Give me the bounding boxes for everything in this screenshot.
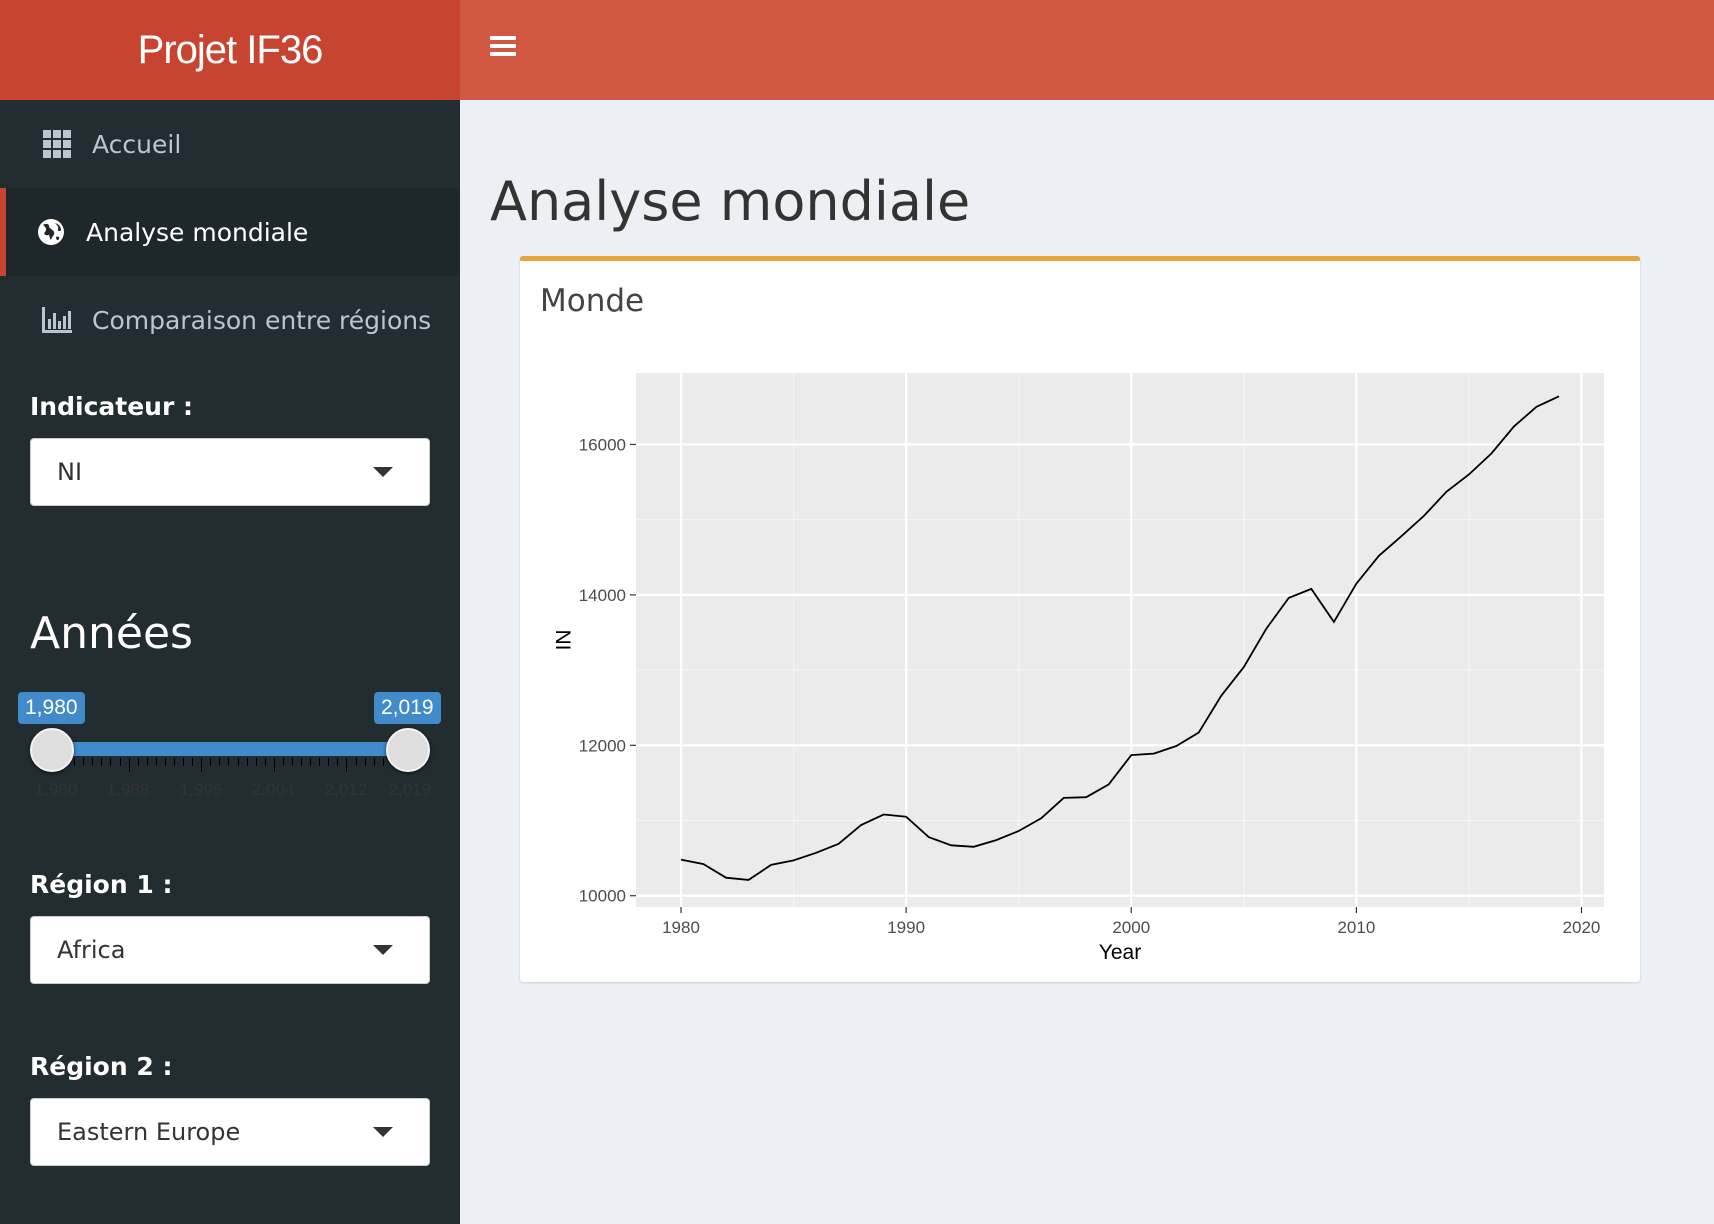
slider-tick [119, 758, 121, 766]
grid-icon [42, 129, 72, 159]
slider-tick [382, 758, 384, 766]
slider-tick-label: 2,019 [388, 780, 432, 799]
region2-select[interactable]: Eastern Europe [30, 1098, 430, 1166]
slider-tick [355, 758, 357, 766]
slider-to-tag: 2,019 [374, 692, 441, 724]
slider-tick [174, 758, 175, 766]
x-tick-label: 1980 [662, 918, 700, 937]
slider-tick-label: 1,988 [106, 780, 150, 799]
slider-tick [210, 758, 212, 766]
page-title: Analyse mondiale [490, 170, 971, 233]
slider-bar[interactable] [50, 742, 406, 756]
slider-tick [74, 758, 76, 766]
slider-from-tag: 1,980 [18, 692, 85, 724]
slider-tick [364, 758, 366, 766]
slider-tick [292, 758, 293, 766]
sidebar-item-comparaison[interactable]: Comparaison entre régions [0, 276, 460, 364]
y-tick-label: 12000 [579, 736, 626, 755]
sidebar-item-label: Accueil [92, 129, 182, 159]
sidebar-toggle-icon[interactable] [490, 32, 532, 68]
slider-tick [92, 758, 94, 766]
ni-line-chart: 1980 1990 2000 2010 2020 10000 12000 14000 16000… [551, 373, 1604, 964]
sidebar-item-label: Analyse mondiale [86, 217, 309, 247]
slider-tick [246, 758, 248, 766]
slider-tick-label: 1,980 [34, 780, 78, 799]
sidebar-item-label: Comparaison entre régions [92, 305, 432, 335]
globe-icon [36, 217, 66, 247]
slider-tick [319, 758, 321, 766]
bar-chart-icon [42, 305, 72, 335]
slider-tick [346, 758, 348, 772]
slider-tick [155, 758, 157, 766]
slider-tick [264, 758, 266, 766]
region1-select[interactable]: Africa [30, 916, 430, 984]
y-axis-label: NI [551, 630, 574, 651]
sidebar-item-accueil[interactable]: Accueil [0, 100, 460, 188]
slider-tick [192, 758, 194, 766]
slider-tick [255, 758, 257, 766]
slider-tick [101, 758, 103, 766]
slider-tick [183, 758, 185, 766]
slider-handle-from[interactable] [30, 728, 74, 772]
indicator-value: NI [57, 458, 83, 486]
slider-ticks [56, 758, 411, 778]
slider-tick-label: 2,012 [324, 780, 368, 799]
top-navbar [460, 0, 1714, 100]
x-axis-label: Year [1099, 941, 1141, 964]
region2-value: Eastern Europe [57, 1118, 241, 1146]
slider-tick [228, 758, 230, 766]
slider-tick-label: 2,004 [251, 780, 295, 799]
slider-tick [83, 758, 85, 766]
monde-box: Monde 1980 1990 2000 2010 2020 10000 12000 1400… [520, 256, 1640, 982]
slider-tick [128, 758, 130, 772]
sidebar: Accueil Analyse mondiale Comparaison ent… [0, 100, 460, 1224]
y-tick-label: 14000 [579, 586, 626, 605]
caret-down-icon [373, 467, 393, 477]
slider-tick-label: 1,996 [179, 780, 223, 799]
years-label: Années [30, 608, 193, 659]
plot-panel [636, 373, 1604, 907]
slider-tick [337, 758, 339, 766]
slider-tick [146, 758, 148, 766]
year-range-slider[interactable]: 1,980 2,019 1,980 1,988 1,996 2,004 2,01… [18, 690, 441, 800]
y-tick-label: 16000 [579, 435, 626, 454]
slider-tick [373, 758, 375, 766]
slider-tick [137, 758, 139, 766]
indicator-select[interactable]: NI [30, 438, 430, 506]
app-title: Projet IF36 [137, 27, 324, 72]
slider-tick [237, 758, 239, 766]
caret-down-icon [373, 945, 393, 955]
indicator-label: Indicateur : [30, 392, 193, 421]
slider-tick [282, 758, 284, 766]
x-tick-label: 2010 [1337, 918, 1375, 937]
slider-tick [219, 758, 221, 766]
slider-tick [164, 758, 166, 766]
x-tick-label: 1990 [887, 918, 925, 937]
slider-tick [273, 758, 275, 772]
y-tick-label: 10000 [579, 887, 626, 906]
x-tick-label: 2000 [1112, 918, 1150, 937]
slider-tick [310, 758, 312, 766]
app-logo[interactable]: Projet IF36 [0, 0, 460, 100]
caret-down-icon [373, 1127, 393, 1137]
slider-tick [301, 758, 303, 766]
x-tick-label: 2020 [1563, 918, 1601, 937]
slider-tick [110, 758, 112, 766]
slider-tick [201, 758, 203, 772]
region2-label: Région 2 : [30, 1052, 173, 1081]
slider-tick [328, 758, 330, 766]
slider-handle-to[interactable] [386, 728, 430, 772]
sidebar-item-analyse-mondiale[interactable]: Analyse mondiale [0, 188, 460, 276]
region1-value: Africa [57, 936, 126, 964]
region1-label: Région 1 : [30, 870, 173, 899]
